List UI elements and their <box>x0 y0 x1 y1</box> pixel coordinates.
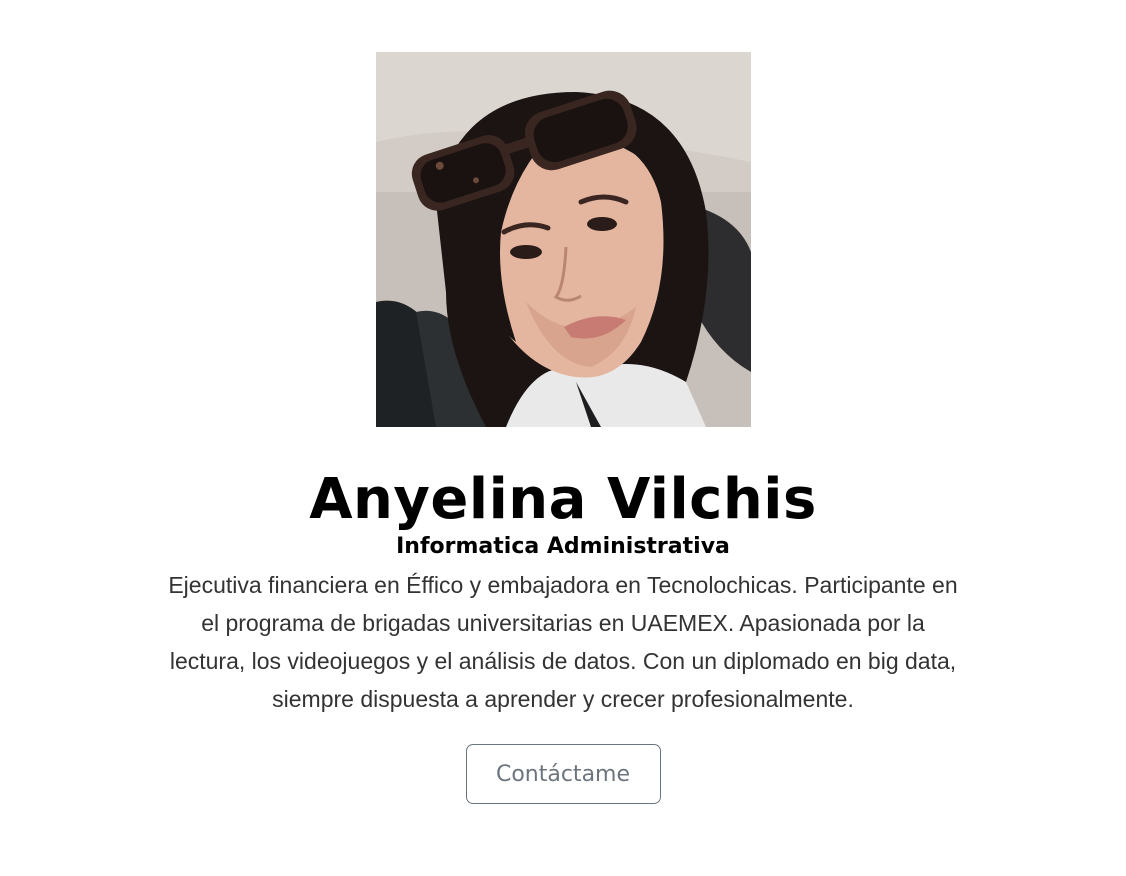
profile-name: Anyelina Vilchis <box>309 467 817 532</box>
profile-bio: Ejecutiva financiera en Éffico y embajad… <box>168 572 958 712</box>
profile-photo-illustration <box>375 52 751 427</box>
contact-button[interactable]: Contáctame <box>465 744 661 804</box>
profile-card: Anyelina Vilchis Informatica Administrat… <box>0 0 1126 876</box>
profile-career: Informatica Administrativa <box>396 534 730 559</box>
profile-photo <box>375 52 751 427</box>
